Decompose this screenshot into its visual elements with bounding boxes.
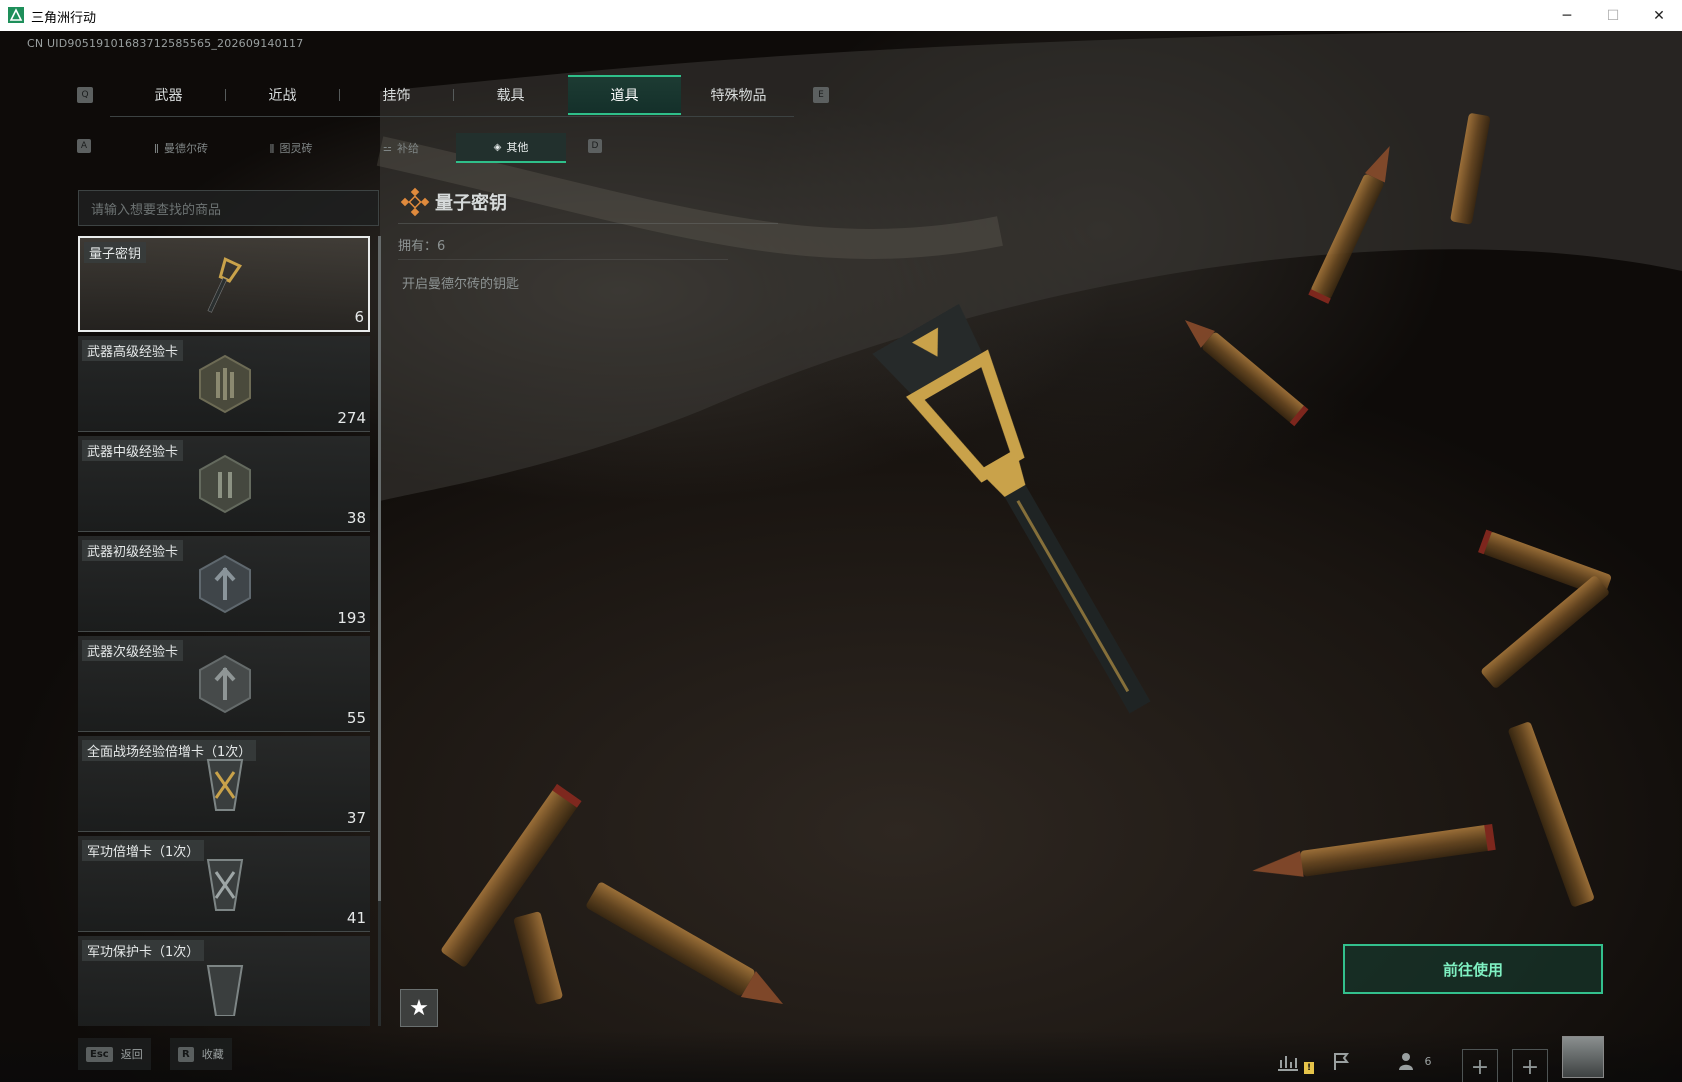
add-squad-slot-button[interactable]: + [1462, 1049, 1498, 1082]
esc-key-hint: Esc [86, 1046, 113, 1062]
friends-count: 6 [1424, 1054, 1432, 1068]
tab-vehicles[interactable]: 载具 [454, 75, 567, 115]
use-item-button[interactable]: 前往使用 [1343, 944, 1603, 994]
prev-subtab-key-hint: A [77, 139, 91, 153]
tab-melee[interactable]: 近战 [226, 75, 339, 115]
search-input[interactable]: 请输入想要查找的商品 [78, 190, 379, 226]
subtab-mandel-brick[interactable]: ǁ 曼德尔砖 [126, 133, 236, 163]
subtab-supplies[interactable]: ⚍ 补给 [346, 133, 456, 163]
item-category-icon [400, 187, 430, 217]
subtab-label: 曼德尔砖 [163, 142, 208, 155]
subtab-label: 图灵砖 [279, 142, 313, 155]
tab-weapons[interactable]: 武器 [112, 75, 225, 115]
back-label: 返回 [120, 1048, 143, 1061]
protect-card-icon [206, 965, 244, 1016]
item-count: 37 [346, 809, 366, 827]
close-button[interactable]: ✕ [1636, 0, 1682, 31]
subtab-other[interactable]: ◈ 其他 [456, 133, 566, 163]
item-list: 量子密钥 6 武器高级经验卡 274 武器中级经验卡 38 武器初级经验卡 19… [78, 236, 370, 1026]
list-item[interactable]: 全面战场经验倍增卡（1次） 37 [78, 736, 370, 832]
list-scrollbar-thumb[interactable] [378, 236, 381, 901]
list-item[interactable]: 军功保护卡（1次） [78, 936, 370, 1026]
prev-tab-key-hint: Q [77, 87, 93, 103]
flag-icon[interactable] [1324, 1043, 1360, 1079]
item-count: 38 [346, 509, 366, 527]
tab-charms[interactable]: 挂饰 [340, 75, 453, 115]
item-name: 武器中级经验卡 [82, 440, 184, 461]
tab-props[interactable]: 道具 [568, 75, 681, 115]
exp-card-icon [199, 554, 251, 614]
list-item[interactable]: 武器高级经验卡 274 [78, 336, 370, 432]
item-title: 量子密钥 [435, 193, 507, 214]
tab-underline [110, 116, 794, 117]
favorite-star-button[interactable]: ★ [400, 989, 438, 1027]
subtab-label: 其他 [506, 141, 529, 154]
list-item[interactable]: 武器次级经验卡 55 [78, 636, 370, 732]
alert-badge: ! [1304, 1062, 1314, 1074]
tab-special-items[interactable]: 特殊物品 [682, 75, 795, 115]
item-name: 军功保护卡（1次） [82, 940, 205, 961]
item-name: 武器初级经验卡 [82, 540, 184, 561]
subtab-label: 补给 [396, 142, 419, 155]
item-name: 量子密钥 [84, 242, 147, 263]
brick-icon: ǁ [269, 142, 275, 154]
boost-card-icon [206, 759, 244, 811]
add-squad-slot-button[interactable]: + [1512, 1049, 1548, 1082]
owned-count: 拥有：6 [398, 239, 446, 254]
diamond-icon: ◈ [493, 141, 502, 153]
list-item-quantum-key[interactable]: 量子密钥 6 [78, 236, 370, 332]
maximize-button[interactable]: ☐ [1590, 0, 1636, 31]
list-item[interactable]: 武器初级经验卡 193 [78, 536, 370, 632]
next-tab-key-hint: E [813, 87, 829, 103]
subtab-turing-brick[interactable]: ǁ 图灵砖 [236, 133, 346, 163]
key-icon [207, 257, 243, 313]
favorite-button[interactable]: R 收藏 [170, 1038, 232, 1070]
list-item[interactable]: 军功倍增卡（1次） 41 [78, 836, 370, 932]
exp-card-icon [199, 354, 251, 414]
back-button[interactable]: Esc 返回 [78, 1038, 151, 1070]
friends-icon [1398, 1053, 1413, 1070]
item-count: 193 [337, 609, 366, 627]
divider [398, 259, 728, 260]
item-name: 军功倍增卡（1次） [82, 840, 205, 861]
player-uid: CN UID9051910168371258556​5_202609140117 [27, 37, 304, 50]
item-name: 武器高级经验卡 [82, 340, 184, 361]
window-title: 三角洲行动 [31, 11, 97, 26]
r-key-hint: R [178, 1046, 194, 1062]
player-avatar[interactable] [1562, 1036, 1604, 1078]
supplies-icon: ⚍ [383, 142, 392, 154]
item-count: 274 [337, 409, 366, 427]
friends-button[interactable]: 6 [1384, 1043, 1444, 1079]
game-viewport: CN UID9051910168371258556​5_202609140117… [0, 31, 1682, 1082]
boost-card-icon [206, 859, 244, 911]
favorite-label: 收藏 [201, 1048, 224, 1061]
item-count: 55 [346, 709, 366, 727]
item-count: 6 [354, 308, 364, 326]
list-item[interactable]: 武器中级经验卡 38 [78, 436, 370, 532]
exp-card-icon [199, 654, 251, 714]
stats-icon[interactable] [1270, 1043, 1306, 1079]
item-count: 41 [346, 909, 366, 927]
app-icon [8, 7, 24, 23]
brick-icon: ǁ [154, 142, 159, 154]
next-subtab-key-hint: D [588, 139, 602, 153]
divider [398, 223, 778, 224]
minimize-button[interactable]: ─ [1544, 0, 1590, 31]
quantum-key-render [872, 303, 1151, 714]
exp-card-icon [199, 454, 251, 514]
item-description: 开启曼德尔砖的钥匙 [402, 277, 520, 292]
window-titlebar: 三角洲行动 ─ ☐ ✕ [0, 0, 1682, 32]
item-name: 武器次级经验卡 [82, 640, 184, 661]
